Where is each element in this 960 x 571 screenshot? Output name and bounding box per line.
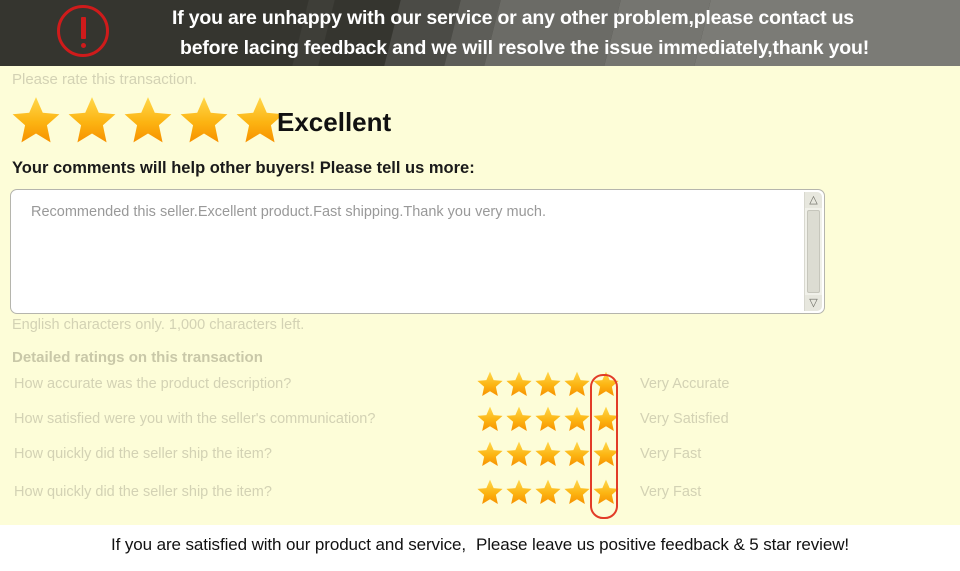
warning-exclamation-icon: [57, 5, 109, 57]
footer-strip: If you are satisfied with our product an…: [0, 525, 960, 571]
overall-star-rating[interactable]: [10, 94, 286, 146]
detailed-rating-row: How satisfied were you with the seller's…: [0, 409, 960, 443]
feedback-form-panel: Please rate this transaction. Excellent …: [0, 66, 960, 525]
detailed-rating-verdict: Very Fast: [640, 482, 701, 502]
detailed-ratings-heading: Detailed ratings on this transaction: [12, 349, 263, 366]
footer-message: If you are satisfied with our product an…: [0, 535, 960, 555]
star-icon[interactable]: [534, 440, 562, 468]
warning-banner: If you are unhappy with our service or a…: [0, 0, 960, 66]
star-icon[interactable]: [122, 94, 174, 146]
star-icon[interactable]: [505, 405, 533, 433]
star-icon[interactable]: [505, 370, 533, 398]
fifth-star-highlight-box: [590, 374, 618, 519]
detailed-rating-row: How quickly did the seller ship the item…: [0, 482, 960, 516]
star-icon[interactable]: [505, 440, 533, 468]
feedback-instruction-graphic: If you are unhappy with our service or a…: [0, 0, 960, 571]
star-icon[interactable]: [534, 370, 562, 398]
detailed-rating-row: How quickly did the seller ship the item…: [0, 444, 960, 478]
detailed-rating-row: How accurate was the product description…: [0, 374, 960, 408]
star-icon[interactable]: [534, 478, 562, 506]
comments-textarea[interactable]: Recommended this seller.Excellent produc…: [10, 189, 825, 314]
rate-transaction-label: Please rate this transaction.: [12, 71, 197, 88]
banner-message-line2: before lacing feedback and we will resol…: [172, 33, 952, 63]
star-icon[interactable]: [476, 478, 504, 506]
overall-rating-word: Excellent: [277, 107, 391, 138]
star-icon[interactable]: [476, 405, 504, 433]
star-icon[interactable]: [66, 94, 118, 146]
detailed-rating-question: How accurate was the product description…: [14, 374, 291, 394]
star-icon[interactable]: [563, 405, 591, 433]
detailed-rating-question: How quickly did the seller ship the item…: [14, 482, 272, 502]
star-icon[interactable]: [563, 370, 591, 398]
chevron-down-icon[interactable]: ▽: [805, 295, 822, 311]
star-icon[interactable]: [10, 94, 62, 146]
detailed-rating-verdict: Very Accurate: [640, 374, 729, 394]
star-icon[interactable]: [534, 405, 562, 433]
character-count-hint: English characters only. 1,000 character…: [12, 317, 304, 333]
detailed-rating-question: How quickly did the seller ship the item…: [14, 444, 272, 464]
comments-label: Your comments will help other buyers! Pl…: [12, 159, 475, 178]
star-icon[interactable]: [563, 478, 591, 506]
star-icon[interactable]: [505, 478, 533, 506]
scrollbar-thumb[interactable]: [807, 210, 820, 293]
banner-message-line1: If you are unhappy with our service or a…: [172, 3, 952, 33]
banner-message: If you are unhappy with our service or a…: [172, 3, 952, 63]
star-icon[interactable]: [178, 94, 230, 146]
detailed-rating-question: How satisfied were you with the seller's…: [14, 409, 375, 429]
chevron-up-icon[interactable]: △: [805, 192, 822, 208]
footer-message-part1: If you are satisfied with our product an…: [111, 535, 466, 554]
detailed-rating-verdict: Very Satisfied: [640, 409, 729, 429]
footer-message-part2: Please leave us positive feedback & 5 st…: [466, 535, 849, 554]
star-icon[interactable]: [476, 370, 504, 398]
detailed-rating-verdict: Very Fast: [640, 444, 701, 464]
star-icon[interactable]: [563, 440, 591, 468]
textarea-scrollbar[interactable]: △ ▽: [804, 192, 822, 311]
comments-text-value: Recommended this seller.Excellent produc…: [31, 203, 791, 221]
star-icon[interactable]: [476, 440, 504, 468]
